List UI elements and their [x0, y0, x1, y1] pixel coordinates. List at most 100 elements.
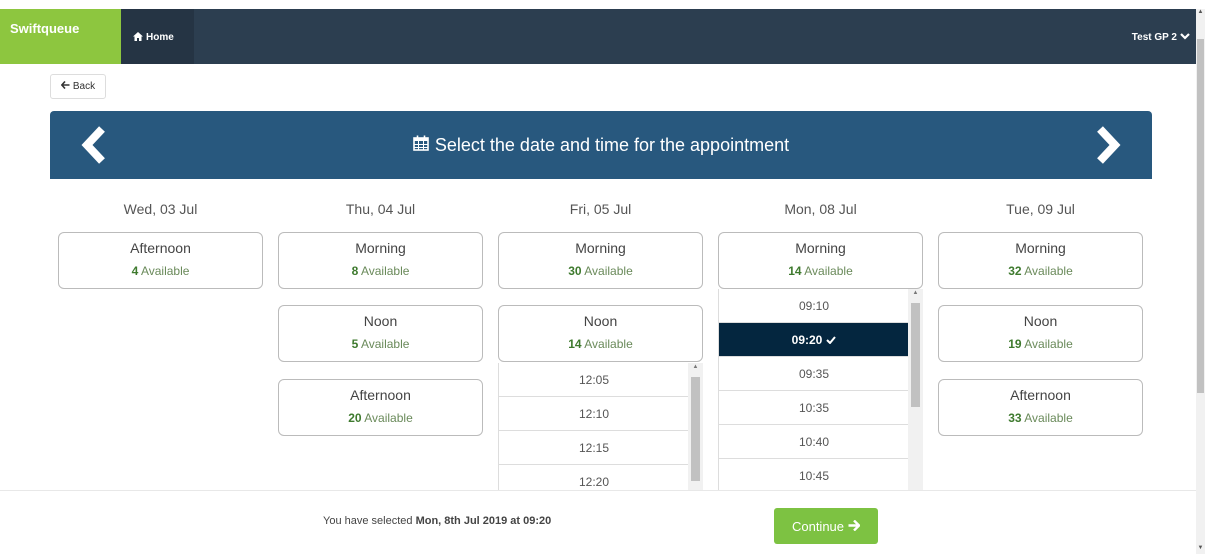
session-availability: 5 Available — [279, 337, 482, 351]
day-label: Fri, 05 Jul — [569, 201, 632, 217]
time-option[interactable]: 12:10 — [499, 397, 689, 431]
scroll-up-arrow-icon[interactable]: ▲ — [691, 364, 700, 370]
session-name: Afternoon — [1010, 387, 1071, 403]
continue-label: Continue — [791, 518, 845, 534]
user-menu[interactable]: Test GP 2 — [1132, 32, 1190, 43]
session-slot[interactable]: Afternoon 33 Available — [938, 379, 1143, 436]
session-availability: 33 Available — [939, 411, 1142, 425]
available-count: 30 — [568, 264, 582, 278]
available-count: 19 — [1008, 337, 1022, 351]
session-availability: 4 Available — [59, 264, 262, 278]
time-option-selected[interactable]: 09:20 — [719, 323, 909, 357]
session-availability: 32 Available — [939, 264, 1142, 278]
available-text: Available — [1024, 411, 1073, 425]
available-count: 32 — [1008, 264, 1022, 278]
time-list[interactable]: 12:05 12:10 12:15 12:20 ▲ — [498, 363, 703, 491]
next-dates-button[interactable] — [1090, 125, 1124, 165]
session-slot[interactable]: Noon 14 Available — [498, 305, 703, 362]
session-slot[interactable]: Morning 30 Available — [498, 232, 703, 289]
page-scrollbar-thumb[interactable] — [1197, 39, 1204, 393]
available-text: Available — [360, 264, 410, 278]
selection-prefix: You have selected — [323, 515, 413, 527]
available-count: 14 — [568, 337, 582, 351]
time-option[interactable]: 10:45 — [719, 459, 909, 491]
day-label: Mon, 08 Jul — [784, 201, 857, 217]
time-list-scrollbar[interactable]: ▲ — [908, 289, 923, 491]
available-count: 33 — [1008, 411, 1022, 425]
home-icon — [133, 32, 143, 64]
available-count: 8 — [351, 264, 359, 278]
day-column: Wed, 03 Jul Afternoon 4 Available — [58, 179, 263, 289]
top-navbar: Swiftqueue Home Test GP 2 — [0, 9, 1196, 64]
available-count: 5 — [351, 337, 359, 351]
available-text: Available — [1024, 337, 1073, 351]
arrow-right-icon — [848, 519, 861, 534]
date-picker-header: Select the date and time for the appoint… — [50, 111, 1152, 179]
selected-time-label: 09:20 — [791, 332, 823, 347]
selection-summary: You have selected Mon, 8th Jul 2019 at 0… — [323, 515, 551, 527]
available-text: Available — [360, 337, 410, 351]
session-slot[interactable]: Afternoon 20 Available — [278, 379, 483, 436]
available-count: 14 — [788, 264, 802, 278]
day-column: Mon, 08 Jul Morning 14 Available 09:10 0… — [718, 179, 923, 491]
check-icon — [826, 333, 837, 347]
session-availability: 19 Available — [939, 337, 1142, 351]
page-title-text: Select the date and time for the appoint… — [434, 134, 790, 155]
session-slot[interactable]: Afternoon 4 Available — [58, 232, 263, 289]
available-text: Available — [584, 264, 633, 278]
session-availability: 8 Available — [279, 264, 482, 278]
available-text: Available — [1024, 264, 1073, 278]
session-name: Noon — [583, 313, 618, 329]
scroll-down-arrow-icon[interactable]: ▼ — [1197, 545, 1204, 554]
day-label: Tue, 09 Jul — [1006, 201, 1075, 217]
session-availability: 30 Available — [499, 264, 702, 278]
time-option[interactable]: 12:15 — [499, 431, 689, 465]
brand-logo[interactable]: Swiftqueue — [0, 9, 121, 64]
available-count: 4 — [131, 264, 139, 278]
time-option[interactable]: 12:20 — [499, 465, 689, 491]
selection-value: Mon, 8th Jul 2019 at 09:20 — [415, 515, 552, 527]
time-option[interactable]: 10:40 — [719, 425, 909, 459]
day-column: Tue, 09 Jul Morning 32 Available Noon 19… — [938, 179, 1143, 436]
session-slot[interactable]: Noon 19 Available — [938, 305, 1143, 362]
time-option[interactable]: 09:35 — [719, 357, 909, 391]
session-name: Afternoon — [350, 387, 411, 403]
session-name: Morning — [355, 240, 406, 256]
calendar-icon — [413, 135, 429, 156]
page-title: Select the date and time for the appoint… — [50, 111, 1152, 179]
day-column: Thu, 04 Jul Morning 8 Available Noon 5 A… — [278, 179, 483, 436]
session-slot[interactable]: Morning 32 Available — [938, 232, 1143, 289]
time-option[interactable]: 12:05 — [499, 363, 689, 397]
day-column: Fri, 05 Jul Morning 30 Available Noon 14… — [498, 179, 703, 491]
session-availability: 14 Available — [499, 337, 702, 351]
nav-home-label: Home — [146, 32, 174, 43]
session-slot[interactable]: Morning 14 Available — [718, 232, 923, 289]
available-text: Available — [584, 337, 633, 351]
session-name: Noon — [363, 313, 398, 329]
session-slot[interactable]: Noon 5 Available — [278, 305, 483, 362]
available-text: Available — [364, 411, 413, 425]
time-option[interactable]: 10:35 — [719, 391, 909, 425]
available-text: Available — [140, 264, 190, 278]
available-count: 20 — [348, 411, 362, 425]
chevron-down-icon — [1180, 32, 1190, 43]
back-button[interactable]: Back — [50, 74, 106, 99]
selection-footer: You have selected Mon, 8th Jul 2019 at 0… — [0, 490, 1196, 554]
chevron-right-icon — [1097, 126, 1121, 164]
time-option[interactable]: 09:10 — [719, 289, 909, 323]
page-scrollbar[interactable]: ▲ ▼ — [1196, 9, 1205, 554]
scroll-up-arrow-icon[interactable]: ▲ — [1197, 9, 1204, 18]
session-name: Afternoon — [130, 240, 191, 256]
time-list[interactable]: 09:10 09:20 09:35 10:35 10:40 10:45 ▲ — [718, 289, 923, 491]
time-list-scrollbar-thumb[interactable] — [691, 377, 700, 481]
day-label: Thu, 04 Jul — [345, 201, 416, 217]
session-slot[interactable]: Morning 8 Available — [278, 232, 483, 289]
session-availability: 20 Available — [279, 411, 482, 425]
nav-home-link[interactable]: Home — [121, 9, 194, 64]
time-list-scrollbar-thumb[interactable] — [911, 303, 920, 407]
session-name: Morning — [575, 240, 626, 256]
time-list-scrollbar[interactable]: ▲ — [688, 363, 703, 491]
session-availability: 14 Available — [719, 264, 922, 278]
continue-button[interactable]: Continue — [774, 508, 878, 544]
scroll-up-arrow-icon[interactable]: ▲ — [911, 290, 920, 296]
